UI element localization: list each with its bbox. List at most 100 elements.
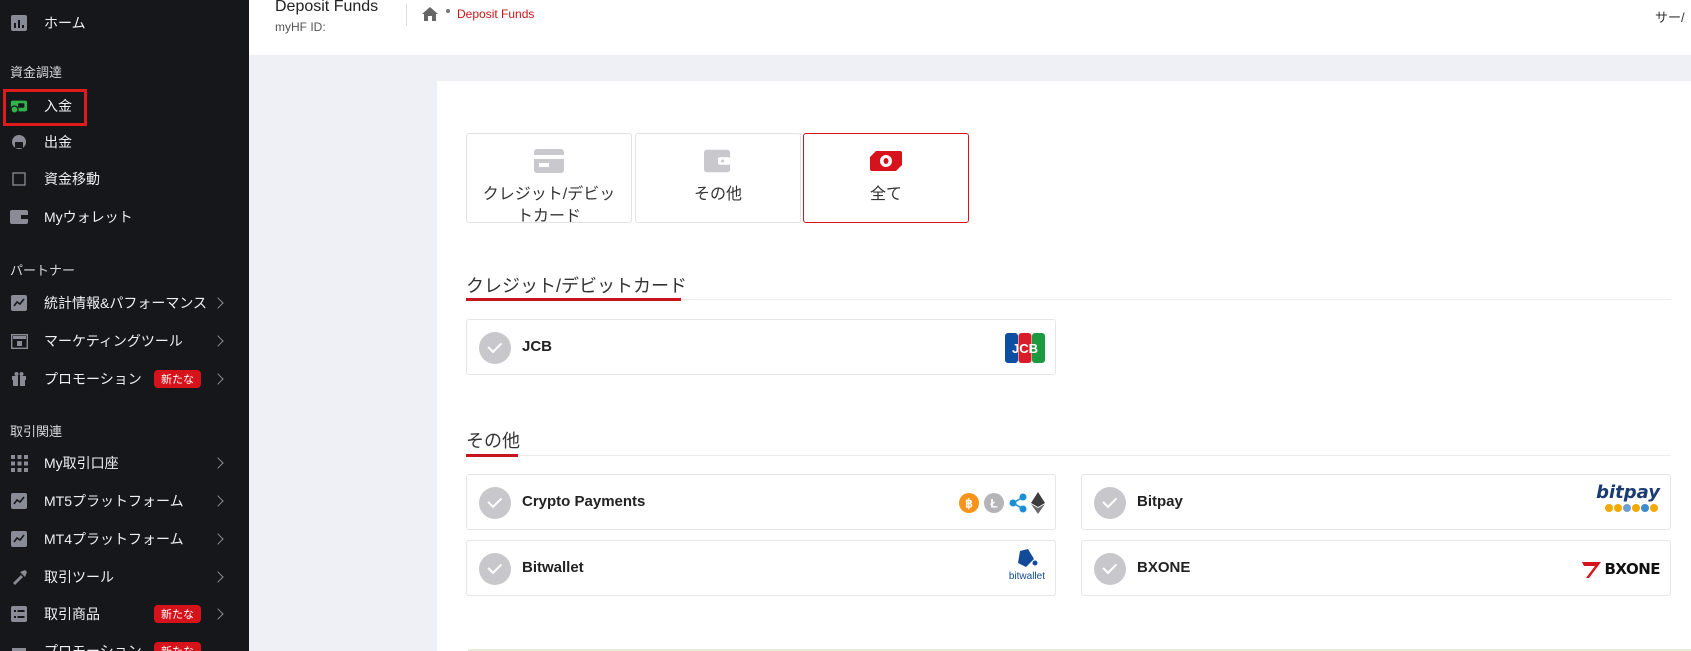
withdraw-icon bbox=[10, 133, 28, 151]
stats-icon bbox=[10, 294, 28, 312]
chevron-right-icon bbox=[212, 335, 224, 347]
sidebar-item-trading-tools[interactable]: 取引ツール bbox=[0, 560, 249, 594]
method-bitpay[interactable]: Bitpay bitpay bbox=[1081, 474, 1671, 530]
sidebar-item-marketing[interactable]: マーケティングツール bbox=[0, 324, 249, 358]
sidebar-item-label: MT4プラットフォーム bbox=[44, 531, 184, 547]
sidebar-item-label: 資金移動 bbox=[44, 171, 100, 187]
chevron-right-icon bbox=[212, 373, 224, 385]
tab-label: クレジット/デビットカード bbox=[482, 186, 616, 225]
breadcrumb-current[interactable]: Deposit Funds bbox=[457, 7, 534, 21]
sidebar-item-transfer[interactable]: 資金移動 bbox=[0, 162, 249, 196]
bitpay-coins-row bbox=[1605, 504, 1658, 512]
tab-credit-card[interactable]: クレジット/デビットカード bbox=[466, 133, 632, 225]
sidebar-item-trading-products[interactable]: 取引商品 新たな bbox=[0, 597, 249, 631]
sidebar-item-withdraw[interactable]: 出金 bbox=[0, 125, 249, 159]
chevron-right-icon bbox=[212, 608, 224, 620]
check-icon bbox=[1094, 487, 1126, 519]
bxone-mark bbox=[1582, 562, 1602, 578]
tab-label: 全て bbox=[869, 186, 902, 203]
method-bitwallet[interactable]: Bitwallet bitwallet bbox=[466, 540, 1056, 596]
home-icon[interactable] bbox=[421, 6, 439, 22]
section-title-other: その他 bbox=[466, 431, 520, 451]
section-trading: 取引関連 bbox=[10, 424, 63, 439]
tab-all[interactable]: 全て bbox=[803, 133, 969, 223]
sidebar-item-label: プロモーション bbox=[44, 371, 142, 387]
bitcoin-icon: ฿ bbox=[959, 493, 979, 513]
sidebar-item-mt4[interactable]: MT4プラットフォーム bbox=[0, 522, 249, 556]
bitwallet-wordmark: bitwallet bbox=[1008, 571, 1045, 582]
method-jcb[interactable]: JCB JCB bbox=[466, 319, 1056, 375]
method-crypto-payments[interactable]: Crypto Payments ฿ Ł bbox=[466, 474, 1056, 530]
sidebar-item-label: 統計情報&パフォーマンス bbox=[44, 295, 208, 311]
check-icon bbox=[1094, 553, 1126, 585]
sidebar-item-label: ホーム bbox=[44, 15, 86, 31]
wallet-icon bbox=[704, 149, 731, 173]
section-partner: パートナー bbox=[10, 263, 76, 278]
ethereum-icon bbox=[1031, 492, 1045, 514]
chevron-right-icon bbox=[212, 495, 224, 507]
crypto-logos: ฿ Ł bbox=[958, 485, 1045, 521]
tab-other[interactable]: その他 bbox=[635, 133, 801, 223]
bxone-wordmark: BXONE bbox=[1604, 560, 1660, 578]
banknote-icon bbox=[870, 151, 902, 171]
chevron-right-icon bbox=[212, 297, 224, 309]
sidebar-item-my-accounts[interactable]: My取引口座 bbox=[0, 446, 249, 480]
bitwallet-mark bbox=[1017, 549, 1038, 567]
sidebar-item-label: Myウォレット bbox=[44, 209, 133, 225]
chevron-right-icon bbox=[212, 533, 224, 545]
bitpay-logo: bitpay bbox=[1596, 483, 1660, 519]
check-icon bbox=[479, 332, 511, 364]
grid-icon bbox=[10, 454, 28, 472]
wallet-icon bbox=[10, 208, 28, 226]
method-bxone[interactable]: BXONE BXONE bbox=[1081, 540, 1671, 596]
header-divider bbox=[406, 4, 407, 26]
section-title-card: クレジット/デビットカード bbox=[466, 276, 687, 296]
chevron-right-icon bbox=[212, 571, 224, 583]
jcb-logo-text: JCB bbox=[1012, 341, 1038, 356]
new-badge: 新たな bbox=[154, 605, 201, 623]
sidebar-item-label: プロモーション bbox=[44, 643, 142, 651]
sidebar: ホーム 資金調達 入金 出金 資金移動 Myウォレット パートナー 統計情報&パ… bbox=[0, 0, 249, 651]
bitpay-wordmark: bitpay bbox=[1596, 482, 1660, 503]
gift-icon bbox=[10, 370, 28, 388]
tools-icon bbox=[10, 568, 28, 586]
method-label: Crypto Payments bbox=[522, 493, 646, 510]
svg-text:Ł: Ł bbox=[990, 497, 997, 511]
gift-icon bbox=[10, 642, 28, 651]
section-divider bbox=[466, 455, 1671, 456]
sidebar-item-promotion[interactable]: プロモーション 新たな bbox=[0, 362, 249, 396]
svg-text:฿: ฿ bbox=[965, 497, 973, 511]
method-label: JCB bbox=[522, 338, 553, 355]
sidebar-item-label: My取引口座 bbox=[44, 455, 119, 471]
deposit-highlight-box bbox=[3, 89, 87, 126]
page-title: Deposit Funds bbox=[275, 0, 379, 15]
server-label[interactable]: サー/ bbox=[1655, 7, 1685, 26]
sidebar-item-label: 取引ツール bbox=[44, 569, 114, 585]
mt5-icon bbox=[10, 492, 28, 510]
sidebar-item-label: MT5プラットフォーム bbox=[44, 493, 184, 509]
chevron-right-icon bbox=[212, 457, 224, 469]
new-badge: 新たな bbox=[154, 370, 201, 388]
bxone-logo: BXONE bbox=[1581, 551, 1660, 587]
jcb-logo: JCB bbox=[1005, 330, 1045, 366]
sidebar-item-home[interactable]: ホーム bbox=[0, 6, 249, 40]
myhf-id-label: myHF ID: bbox=[275, 20, 326, 34]
method-label: Bitwallet bbox=[522, 559, 584, 576]
sidebar-item-mt5[interactable]: MT5プラットフォーム bbox=[0, 484, 249, 518]
bitwallet-logo: bitwallet bbox=[1009, 549, 1045, 585]
section-underline bbox=[466, 298, 681, 301]
sidebar-item-promotion-2[interactable]: プロモーション 新たな bbox=[0, 634, 249, 651]
chart-bar-icon bbox=[10, 14, 28, 32]
top-header: Deposit Funds myHF ID: Deposit Funds サー/ bbox=[249, 0, 1691, 55]
method-label: Bitpay bbox=[1137, 493, 1183, 510]
section-underline bbox=[466, 454, 518, 457]
breadcrumb-separator bbox=[446, 9, 450, 13]
method-label: BXONE bbox=[1137, 559, 1191, 576]
sidebar-item-stats[interactable]: 統計情報&パフォーマンス bbox=[0, 286, 249, 320]
check-icon bbox=[479, 487, 511, 519]
sidebar-item-label: 取引商品 bbox=[44, 606, 100, 622]
transfer-icon bbox=[10, 170, 28, 188]
list-icon bbox=[10, 605, 28, 623]
sidebar-item-label: マーケティングツール bbox=[44, 333, 183, 349]
sidebar-item-wallet[interactable]: Myウォレット bbox=[0, 200, 249, 234]
